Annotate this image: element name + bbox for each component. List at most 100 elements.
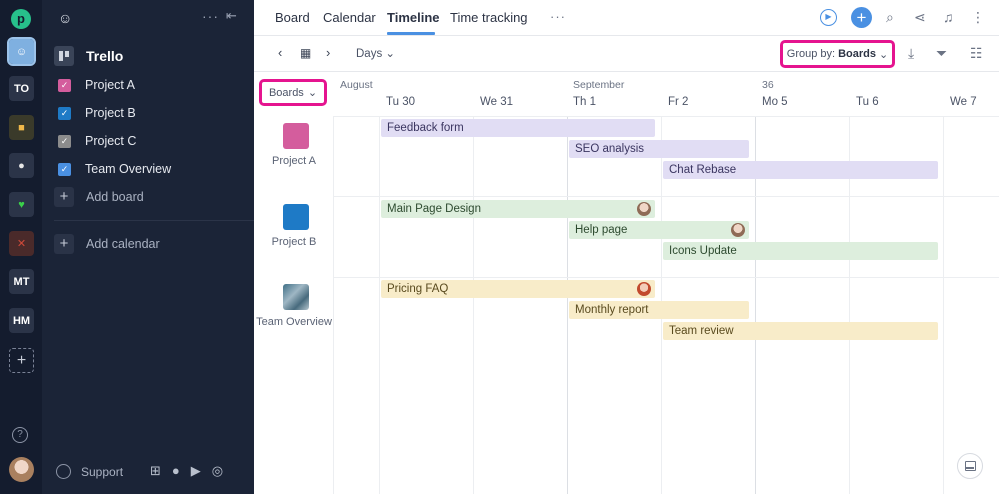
active-tab-indicator xyxy=(387,32,435,35)
grid-line xyxy=(943,116,944,494)
workspace-pattern[interactable]: ✕ xyxy=(9,231,34,256)
bell-icon[interactable]: ♫ xyxy=(943,9,954,25)
windows-icon[interactable]: ⊞ xyxy=(150,463,161,479)
task-bar[interactable]: Monthly report xyxy=(569,301,749,319)
workspace-emoji-icon: ☺ xyxy=(58,10,73,26)
view-mode-value: Days xyxy=(356,48,383,60)
row-label-project-a: Project A xyxy=(271,155,317,167)
workspace-cat[interactable]: ■ xyxy=(9,115,34,140)
checkbox-checked-icon[interactable]: ✓ xyxy=(58,134,71,148)
workspace-to[interactable]: TO xyxy=(9,76,34,101)
collapse-sidebar-icon[interactable]: ⇤ xyxy=(226,8,237,24)
settings-sliders-icon[interactable]: ☷ xyxy=(970,45,983,62)
board-label: Team Overview xyxy=(85,162,172,176)
play-icon[interactable]: ▶ xyxy=(820,9,837,26)
sidebar: ☺ ··· ⇤ Trello ✓ Project A ✓ Project B ✓… xyxy=(42,0,254,494)
panel-icon xyxy=(965,461,976,471)
filter-icon[interactable]: ⏷ xyxy=(936,45,947,62)
workspace-mt[interactable]: MT xyxy=(9,269,34,294)
task-bar[interactable]: Pricing FAQ xyxy=(381,280,655,298)
sidebar-board-project-b[interactable]: ✓ Project B xyxy=(58,106,136,120)
day-header: Fr 2 xyxy=(668,96,689,108)
group-by-label: Group by: xyxy=(786,48,836,60)
chevron-down-icon: ⌄ xyxy=(879,48,889,61)
week-number-label: 36 xyxy=(762,79,774,91)
share-icon[interactable]: ⋖ xyxy=(914,9,926,26)
more-tabs-icon[interactable]: ··· xyxy=(550,9,566,24)
task-bar[interactable]: Team review xyxy=(663,322,938,340)
group-by-value: Boards xyxy=(838,48,876,60)
workspace-emoji[interactable]: ☺ xyxy=(7,37,36,66)
app-links: ⊞ ● ▶ ◎ xyxy=(150,463,223,479)
support-link[interactable]: Support xyxy=(56,464,123,479)
grid-line xyxy=(333,116,334,494)
android-play-icon[interactable]: ▶ xyxy=(191,463,201,479)
row-divider xyxy=(334,277,999,278)
workspace-heart[interactable]: ♥ xyxy=(9,192,34,217)
sidebar-board-project-a[interactable]: ✓ Project A xyxy=(58,78,135,92)
plus-icon: + xyxy=(54,234,74,254)
trello-label: Trello xyxy=(86,48,124,64)
chevron-down-icon: ⌄ xyxy=(385,48,396,60)
task-bar[interactable]: SEO analysis xyxy=(569,140,749,158)
help-icon[interactable]: ? xyxy=(12,427,28,443)
more-icon[interactable]: ··· xyxy=(202,8,219,24)
toggle-panel-button[interactable] xyxy=(957,453,983,479)
user-avatar[interactable] xyxy=(9,457,34,482)
day-header: Mo 5 xyxy=(762,96,788,108)
sidebar-board-project-c[interactable]: ✓ Project C xyxy=(58,134,136,148)
task-bar[interactable]: Main Page Design xyxy=(381,200,655,218)
add-board-button[interactable]: + Add board xyxy=(54,187,144,207)
next-icon[interactable]: › xyxy=(326,45,330,60)
group-by-select[interactable]: Group by: Boards ⌄ xyxy=(780,40,895,68)
sidebar-board-team-overview[interactable]: ✓ Team Overview xyxy=(58,162,171,176)
prev-icon[interactable]: ‹ xyxy=(278,45,282,60)
day-header: We 7 xyxy=(950,96,977,108)
project-a-color-swatch xyxy=(283,123,309,149)
task-bar[interactable]: Icons Update xyxy=(663,242,938,260)
pattern-icon: ✕ xyxy=(16,238,27,250)
boards-select-value: Boards xyxy=(268,86,304,99)
board-label: Project C xyxy=(85,134,137,148)
assignee-avatar xyxy=(637,282,651,296)
boards-select[interactable]: Boards ⌄ xyxy=(259,79,327,106)
assignee-avatar xyxy=(731,223,745,237)
checkbox-checked-icon[interactable]: ✓ xyxy=(58,162,71,176)
workspace-eye[interactable]: ● xyxy=(9,153,34,178)
cat-icon: ■ xyxy=(18,121,25,134)
heart-icon: ♥ xyxy=(18,198,25,211)
add-event-button[interactable]: + xyxy=(851,7,872,28)
chrome-icon[interactable]: ◎ xyxy=(212,463,223,479)
view-mode-select[interactable]: Days ⌄ xyxy=(356,46,395,60)
board-label: Project A xyxy=(85,78,136,92)
add-calendar-button[interactable]: + Add calendar xyxy=(54,234,160,254)
download-icon[interactable]: ⤓ xyxy=(908,45,914,62)
chevron-down-icon: ⌄ xyxy=(307,87,318,99)
tab-board[interactable]: Board xyxy=(275,10,310,25)
search-icon[interactable]: ⌕ xyxy=(886,9,894,26)
trello-source[interactable]: Trello xyxy=(54,46,123,66)
tab-timeline[interactable]: Timeline xyxy=(387,10,440,25)
add-calendar-label: Add calendar xyxy=(86,237,160,251)
apple-icon[interactable]: ● xyxy=(172,463,180,479)
app-logo-icon[interactable]: p xyxy=(11,9,31,29)
day-header: Th 1 xyxy=(573,96,597,108)
eye-icon: ● xyxy=(18,159,25,172)
divider xyxy=(54,220,254,221)
tab-calendar[interactable]: Calendar xyxy=(323,10,376,25)
chat-icon xyxy=(56,464,71,479)
task-bar[interactable]: Chat Rebase xyxy=(663,161,938,179)
tab-time-tracking[interactable]: Time tracking xyxy=(450,10,528,25)
checkbox-checked-icon[interactable]: ✓ xyxy=(58,106,71,120)
task-bar[interactable]: Feedback form xyxy=(381,119,655,137)
row-label-team-overview: Team Overview xyxy=(256,316,332,328)
day-header: We 31 xyxy=(480,96,514,108)
checkbox-checked-icon[interactable]: ✓ xyxy=(58,78,71,92)
timeline-toolbar: ‹ ▦ › Days ⌄ Group by: Boards ⌄ ⤓ ⏷ ☷ xyxy=(254,36,999,72)
task-bar[interactable]: Help page xyxy=(569,221,749,239)
calendar-icon[interactable]: ▦ xyxy=(300,46,311,60)
row-divider xyxy=(334,196,999,197)
workspace-hm[interactable]: HM xyxy=(9,308,34,333)
more-icon[interactable]: ⋮ xyxy=(971,9,985,26)
add-workspace-button[interactable]: + xyxy=(9,348,34,373)
